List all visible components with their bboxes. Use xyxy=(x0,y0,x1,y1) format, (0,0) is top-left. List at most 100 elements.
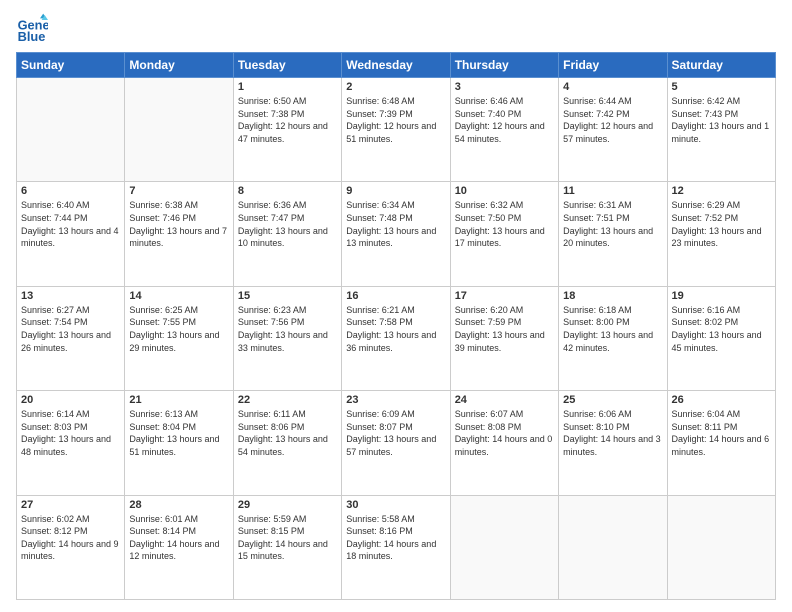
day-number: 17 xyxy=(455,290,554,302)
day-number: 16 xyxy=(346,290,445,302)
day-number: 27 xyxy=(21,499,120,511)
day-info: Sunrise: 6:50 AM Sunset: 7:38 PM Dayligh… xyxy=(238,95,337,145)
day-info: Sunrise: 6:31 AM Sunset: 7:51 PM Dayligh… xyxy=(563,199,662,249)
day-info: Sunrise: 6:29 AM Sunset: 7:52 PM Dayligh… xyxy=(672,199,771,249)
calendar-cell xyxy=(450,495,558,599)
calendar-cell: 19 Sunrise: 6:16 AM Sunset: 8:02 PM Dayli… xyxy=(667,286,775,390)
day-number: 19 xyxy=(672,290,771,302)
day-number: 2 xyxy=(346,81,445,93)
day-number: 23 xyxy=(346,394,445,406)
calendar-cell: 16 Sunrise: 6:21 AM Sunset: 7:58 PM Dayli… xyxy=(342,286,450,390)
calendar-cell: 6Sunrise: 6:40 AM Sunset: 7:44 PM Daylig… xyxy=(17,182,125,286)
day-info: Sunrise: 6:32 AM Sunset: 7:50 PM Dayligh… xyxy=(455,199,554,249)
calendar-cell: 14 Sunrise: 6:25 AM Sunset: 7:55 PM Dayli… xyxy=(125,286,233,390)
calendar-cell: 15 Sunrise: 6:23 AM Sunset: 7:56 PM Dayli… xyxy=(233,286,341,390)
day-info: Sunrise: 6:34 AM Sunset: 7:48 PM Dayligh… xyxy=(346,199,445,249)
calendar-cell: 4 Sunrise: 6:44 AM Sunset: 7:42 PM Daylig… xyxy=(559,78,667,182)
calendar-week-row: 20Sunrise: 6:14 AM Sunset: 8:03 PM Dayli… xyxy=(17,391,776,495)
logo-icon: General Blue xyxy=(16,12,48,44)
calendar-cell: 7 Sunrise: 6:38 AM Sunset: 7:46 PM Daylig… xyxy=(125,182,233,286)
day-number: 30 xyxy=(346,499,445,511)
day-info: Sunrise: 6:38 AM Sunset: 7:46 PM Dayligh… xyxy=(129,199,228,249)
day-info: Sunrise: 6:23 AM Sunset: 7:56 PM Dayligh… xyxy=(238,304,337,354)
day-number: 12 xyxy=(672,185,771,197)
day-info: Sunrise: 6:27 AM Sunset: 7:54 PM Dayligh… xyxy=(21,304,120,354)
page: General Blue SundayMondayTuesdayWednesda… xyxy=(0,0,792,612)
day-info: Sunrise: 6:42 AM Sunset: 7:43 PM Dayligh… xyxy=(672,95,771,145)
weekday-header-wednesday: Wednesday xyxy=(342,53,450,78)
calendar-week-row: 27 Sunrise: 6:02 AM Sunset: 8:12 PM Dayli… xyxy=(17,495,776,599)
day-info: Sunrise: 6:14 AM Sunset: 8:03 PM Dayligh… xyxy=(21,408,120,458)
day-number: 13 xyxy=(21,290,120,302)
day-number: 3 xyxy=(455,81,554,93)
day-info: Sunrise: 6:09 AM Sunset: 8:07 PM Dayligh… xyxy=(346,408,445,458)
calendar-cell: 12 Sunrise: 6:29 AM Sunset: 7:52 PM Dayli… xyxy=(667,182,775,286)
calendar-cell: 25Sunrise: 6:06 AM Sunset: 8:10 PM Dayli… xyxy=(559,391,667,495)
day-info: Sunrise: 5:59 AM Sunset: 8:15 PM Dayligh… xyxy=(238,513,337,563)
weekday-header-monday: Monday xyxy=(125,53,233,78)
calendar-cell: 1Sunrise: 6:50 AM Sunset: 7:38 PM Daylig… xyxy=(233,78,341,182)
day-number: 29 xyxy=(238,499,337,511)
calendar-cell: 27 Sunrise: 6:02 AM Sunset: 8:12 PM Dayli… xyxy=(17,495,125,599)
day-number: 7 xyxy=(129,185,228,197)
calendar-cell: 11 Sunrise: 6:31 AM Sunset: 7:51 PM Dayli… xyxy=(559,182,667,286)
calendar-cell: 23 Sunrise: 6:09 AM Sunset: 8:07 PM Dayli… xyxy=(342,391,450,495)
calendar-cell xyxy=(17,78,125,182)
calendar-cell xyxy=(559,495,667,599)
day-info: Sunrise: 6:18 AM Sunset: 8:00 PM Dayligh… xyxy=(563,304,662,354)
day-info: Sunrise: 6:13 AM Sunset: 8:04 PM Dayligh… xyxy=(129,408,228,458)
weekday-header-tuesday: Tuesday xyxy=(233,53,341,78)
day-info: Sunrise: 6:40 AM Sunset: 7:44 PM Dayligh… xyxy=(21,199,120,249)
day-info: Sunrise: 6:46 AM Sunset: 7:40 PM Dayligh… xyxy=(455,95,554,145)
day-info: Sunrise: 6:16 AM Sunset: 8:02 PM Dayligh… xyxy=(672,304,771,354)
calendar-cell: 21 Sunrise: 6:13 AM Sunset: 8:04 PM Dayli… xyxy=(125,391,233,495)
day-info: Sunrise: 6:44 AM Sunset: 7:42 PM Dayligh… xyxy=(563,95,662,145)
calendar-cell xyxy=(667,495,775,599)
weekday-header-friday: Friday xyxy=(559,53,667,78)
calendar-cell: 5Sunrise: 6:42 AM Sunset: 7:43 PM Daylig… xyxy=(667,78,775,182)
day-number: 4 xyxy=(563,81,662,93)
weekday-header-saturday: Saturday xyxy=(667,53,775,78)
day-info: Sunrise: 6:25 AM Sunset: 7:55 PM Dayligh… xyxy=(129,304,228,354)
calendar-cell: 26Sunrise: 6:04 AM Sunset: 8:11 PM Dayli… xyxy=(667,391,775,495)
day-info: Sunrise: 6:06 AM Sunset: 8:10 PM Dayligh… xyxy=(563,408,662,458)
weekday-header-row: SundayMondayTuesdayWednesdayThursdayFrid… xyxy=(17,53,776,78)
day-number: 26 xyxy=(672,394,771,406)
svg-text:Blue: Blue xyxy=(18,29,46,44)
day-info: Sunrise: 6:48 AM Sunset: 7:39 PM Dayligh… xyxy=(346,95,445,145)
day-number: 9 xyxy=(346,185,445,197)
weekday-header-sunday: Sunday xyxy=(17,53,125,78)
calendar-cell: 17 Sunrise: 6:20 AM Sunset: 7:59 PM Dayli… xyxy=(450,286,558,390)
day-info: Sunrise: 6:02 AM Sunset: 8:12 PM Dayligh… xyxy=(21,513,120,563)
calendar-cell: 18 Sunrise: 6:18 AM Sunset: 8:00 PM Dayli… xyxy=(559,286,667,390)
day-number: 18 xyxy=(563,290,662,302)
calendar-cell xyxy=(125,78,233,182)
day-info: Sunrise: 6:21 AM Sunset: 7:58 PM Dayligh… xyxy=(346,304,445,354)
calendar-table: SundayMondayTuesdayWednesdayThursdayFrid… xyxy=(16,52,776,600)
day-number: 28 xyxy=(129,499,228,511)
logo: General Blue xyxy=(16,12,54,44)
day-info: Sunrise: 6:11 AM Sunset: 8:06 PM Dayligh… xyxy=(238,408,337,458)
day-info: Sunrise: 6:01 AM Sunset: 8:14 PM Dayligh… xyxy=(129,513,228,563)
calendar-cell: 20Sunrise: 6:14 AM Sunset: 8:03 PM Dayli… xyxy=(17,391,125,495)
day-info: Sunrise: 6:20 AM Sunset: 7:59 PM Dayligh… xyxy=(455,304,554,354)
day-info: Sunrise: 6:36 AM Sunset: 7:47 PM Dayligh… xyxy=(238,199,337,249)
header: General Blue xyxy=(16,12,776,44)
calendar-cell: 29 Sunrise: 5:59 AM Sunset: 8:15 PM Dayli… xyxy=(233,495,341,599)
calendar-cell: 22 Sunrise: 6:11 AM Sunset: 8:06 PM Dayli… xyxy=(233,391,341,495)
day-number: 11 xyxy=(563,185,662,197)
calendar-cell: 10 Sunrise: 6:32 AM Sunset: 7:50 PM Dayli… xyxy=(450,182,558,286)
day-number: 15 xyxy=(238,290,337,302)
calendar-cell: 8Sunrise: 6:36 AM Sunset: 7:47 PM Daylig… xyxy=(233,182,341,286)
calendar-week-row: 1Sunrise: 6:50 AM Sunset: 7:38 PM Daylig… xyxy=(17,78,776,182)
day-number: 10 xyxy=(455,185,554,197)
calendar-week-row: 6Sunrise: 6:40 AM Sunset: 7:44 PM Daylig… xyxy=(17,182,776,286)
calendar-cell: 28 Sunrise: 6:01 AM Sunset: 8:14 PM Dayli… xyxy=(125,495,233,599)
calendar-cell: 24Sunrise: 6:07 AM Sunset: 8:08 PM Dayli… xyxy=(450,391,558,495)
day-number: 21 xyxy=(129,394,228,406)
calendar-cell: 3 Sunrise: 6:46 AM Sunset: 7:40 PM Daylig… xyxy=(450,78,558,182)
day-number: 14 xyxy=(129,290,228,302)
day-info: Sunrise: 6:07 AM Sunset: 8:08 PM Dayligh… xyxy=(455,408,554,458)
calendar-cell: 30Sunrise: 5:58 AM Sunset: 8:16 PM Dayli… xyxy=(342,495,450,599)
day-number: 22 xyxy=(238,394,337,406)
